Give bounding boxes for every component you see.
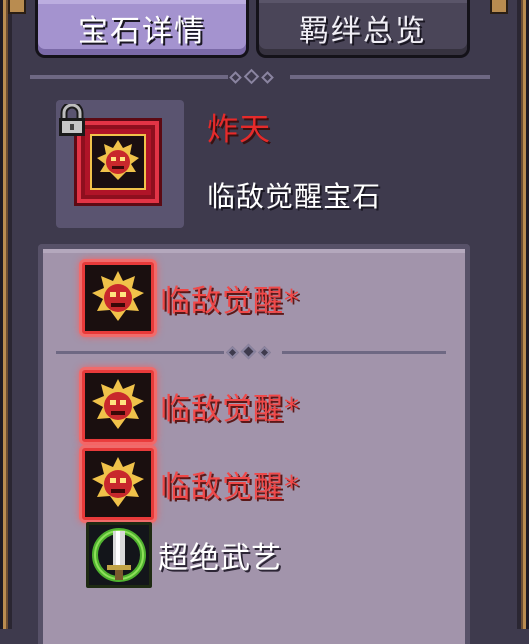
skill-row[interactable]: 临敌觉醒* [82, 370, 300, 442]
frame-corner-left [8, 0, 26, 14]
frame-right-edge [517, 0, 529, 629]
skill-label: 超绝武艺 [158, 541, 282, 576]
skill-row[interactable]: 临敌觉醒* [82, 448, 300, 520]
tab-bond-overview-label: 羁绊总览 [299, 13, 427, 49]
skill-row[interactable]: 临敌觉醒* [82, 262, 300, 334]
demon-mask-icon [82, 262, 154, 334]
demon-mask-icon [82, 448, 154, 520]
demon-mask-icon [90, 134, 146, 190]
skill-label: 临敌觉醒* [160, 284, 300, 319]
tab-bond-overview[interactable]: 羁绊总览 [256, 0, 470, 58]
demon-mask-icon [82, 370, 154, 442]
skill-label: 临敌觉醒* [160, 392, 300, 427]
tab-gem-details[interactable]: 宝石详情 [35, 0, 249, 58]
skill-label: 临敌觉醒* [160, 470, 300, 505]
gem-name: 炸天 [207, 112, 271, 148]
gem-type: 临敌觉醒宝石 [207, 180, 382, 213]
lock-icon [56, 101, 88, 138]
tab-gem-details-label: 宝石详情 [78, 13, 206, 49]
frame-corner-right [490, 0, 508, 14]
sword-icon [86, 522, 152, 588]
frame-left-edge [0, 0, 12, 629]
skill-row[interactable]: 超绝武艺 [86, 522, 282, 588]
